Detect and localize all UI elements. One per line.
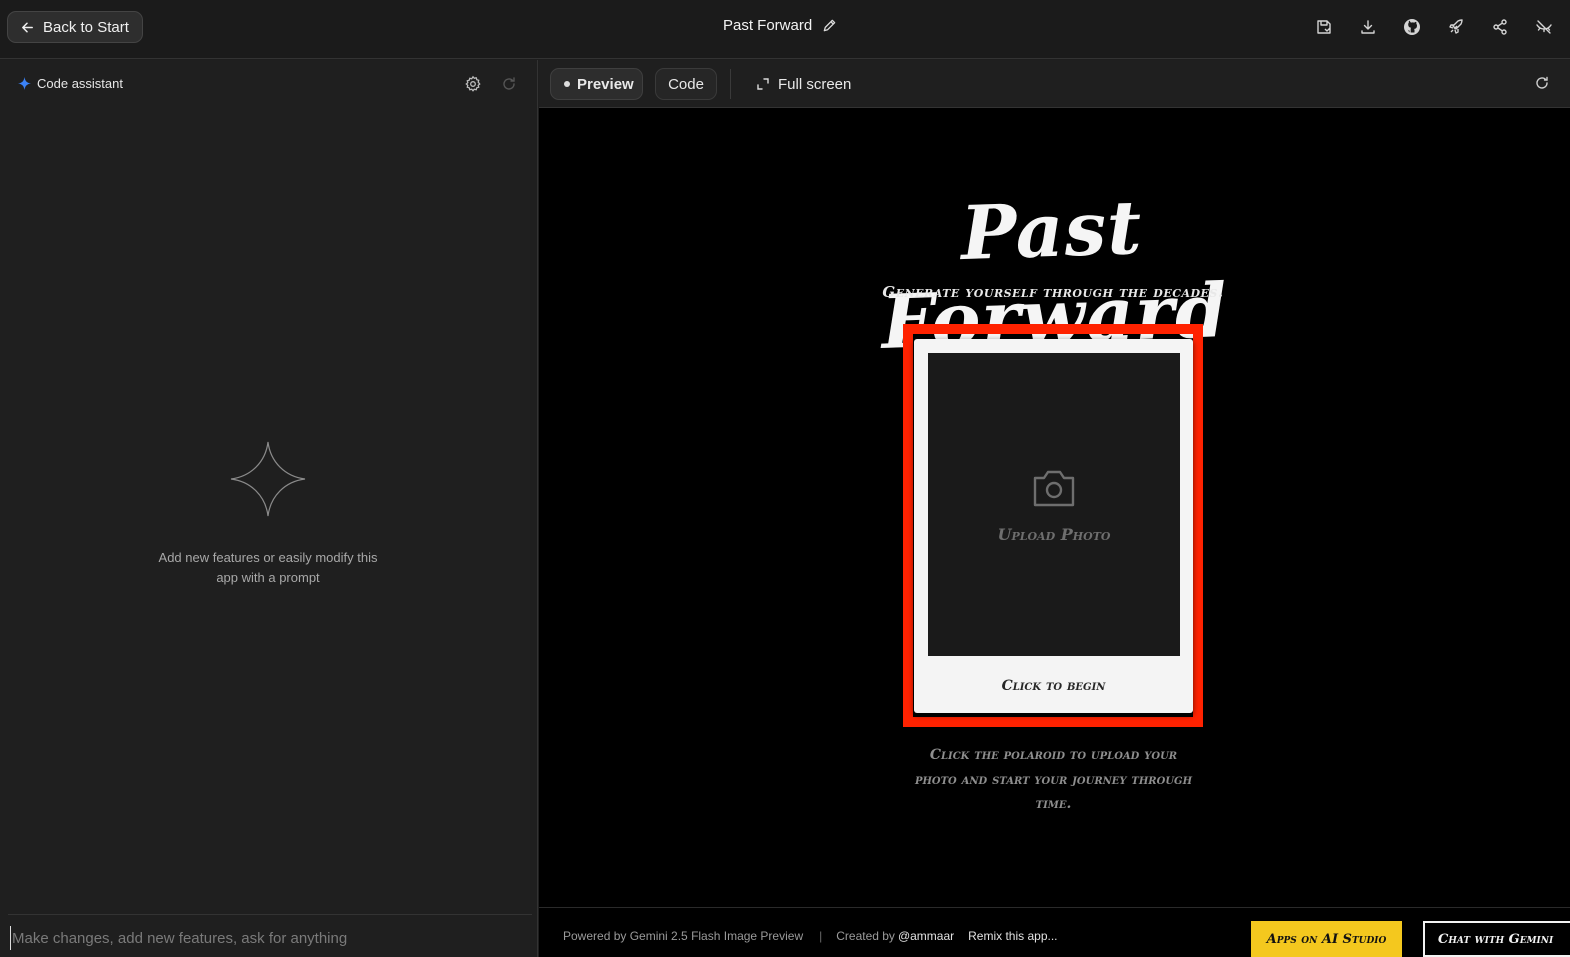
preview-panel: Preview Code Full screen Past Forward Ge…: [539, 60, 1570, 957]
tab-code[interactable]: Code: [655, 68, 717, 100]
sparkle-outline-icon: [230, 441, 306, 517]
prompt-divider: [8, 914, 532, 915]
powered-by-text: Powered by Gemini 2.5 Flash Image Previe…: [563, 929, 804, 943]
tab-preview[interactable]: Preview: [550, 68, 643, 100]
code-assistant-panel: Code assistant Add new features or easil…: [0, 60, 538, 957]
fullscreen-button[interactable]: Full screen: [756, 68, 851, 100]
empty-state-text: Add new features or easily modify this a…: [158, 550, 378, 585]
sparkle-icon: [18, 77, 31, 90]
refresh-icon[interactable]: [1534, 75, 1550, 91]
expand-icon: [757, 78, 769, 90]
share-icon[interactable]: [1488, 15, 1512, 39]
reset-icon[interactable]: [500, 75, 518, 93]
upload-hint-text: Click the polaroid to upload your photo …: [914, 747, 1193, 812]
hide-icon[interactable]: [1532, 15, 1556, 39]
edit-pencil-icon[interactable]: [822, 18, 837, 33]
app-hero-subtitle: Generate yourself through the decades.: [882, 283, 1224, 301]
remix-link[interactable]: Remix this app...: [968, 929, 1057, 943]
camera-icon: [1033, 470, 1075, 507]
settings-gear-icon[interactable]: [464, 75, 482, 93]
save-icon[interactable]: [1312, 15, 1336, 39]
upload-photo-label: Upload Photo: [997, 525, 1111, 544]
app-title-area: Past Forward: [723, 17, 837, 34]
preview-toolbar: Preview Code Full screen: [539, 60, 1570, 108]
tab-code-label: Code: [668, 75, 704, 93]
active-dot-icon: [564, 81, 570, 87]
prompt-input[interactable]: [10, 926, 530, 950]
footer-separator: |: [819, 929, 823, 943]
deploy-rocket-icon[interactable]: [1444, 15, 1468, 39]
created-by-text: Created by: [836, 929, 895, 943]
github-icon[interactable]: [1400, 15, 1424, 39]
back-to-start-button[interactable]: Back to Start: [7, 11, 143, 43]
fullscreen-label: Full screen: [778, 75, 852, 93]
top-toolbar-icons: [1312, 15, 1556, 39]
upload-polaroid[interactable]: Upload Photo Click to begin: [914, 339, 1193, 713]
chat-with-gemini-button[interactable]: Chat with Gemini: [1423, 921, 1570, 957]
app-title: Past Forward: [723, 17, 813, 34]
arrow-left-icon: [22, 22, 33, 32]
photo-placeholder[interactable]: Upload Photo: [928, 353, 1180, 656]
app-footer: Powered by Gemini 2.5 Flash Image Previe…: [539, 907, 1570, 957]
back-to-start-label: Back to Start: [43, 18, 129, 36]
top-bar: Back to Start Past Forward: [0, 0, 1570, 59]
polaroid-caption: Click to begin: [1001, 678, 1106, 694]
code-assistant-label: Code assistant: [37, 76, 123, 91]
download-icon[interactable]: [1356, 15, 1380, 39]
tab-preview-label: Preview: [577, 75, 634, 93]
author-link[interactable]: @ammaar: [898, 929, 954, 943]
footer-credits: Powered by Gemini 2.5 Flash Image Previe…: [563, 929, 1058, 943]
code-assistant-header: Code assistant: [18, 76, 123, 91]
toolbar-divider: [730, 69, 731, 99]
apps-on-ai-studio-button[interactable]: Apps on AI Studio: [1251, 921, 1402, 957]
